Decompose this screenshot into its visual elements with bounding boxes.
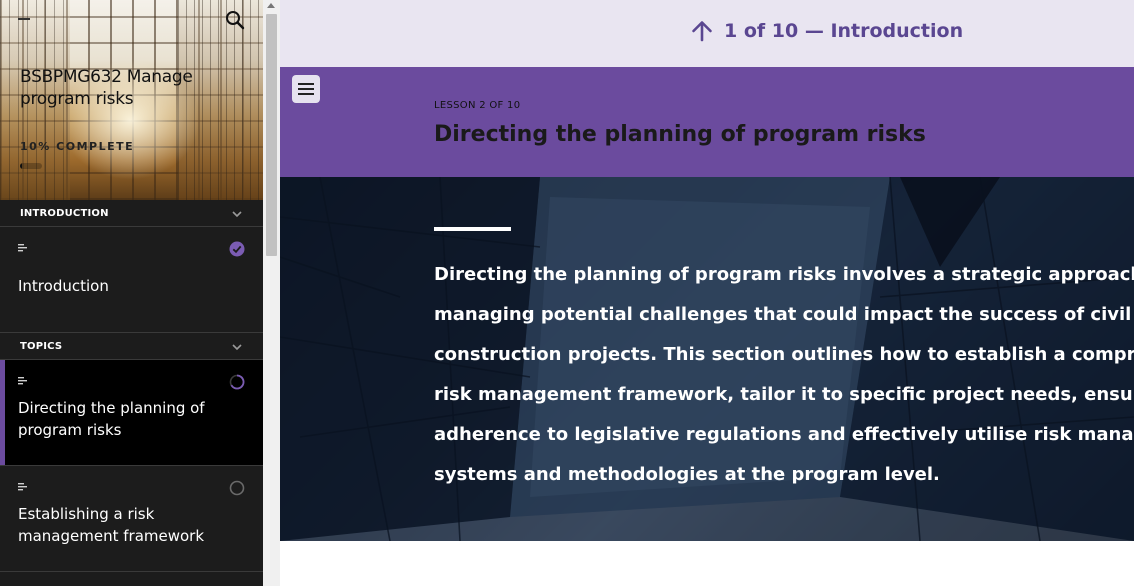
course-sidebar: BSBPMG632 Manage program risks 10% COMPL… xyxy=(0,0,263,586)
progress-bar-fill xyxy=(20,163,23,169)
arrow-up-icon xyxy=(692,21,712,42)
sidebar-lesson-risk-framework[interactable]: Establishing a risk management framework xyxy=(0,466,263,572)
accent-divider xyxy=(434,227,511,231)
progress-ring-icon xyxy=(229,374,245,390)
sidebar-lesson-introduction[interactable]: Introduction xyxy=(0,227,263,333)
intro-line: risk management framework, tailor it to … xyxy=(434,384,1134,405)
hamburger-icon xyxy=(298,83,314,85)
hamburger-icon xyxy=(298,88,314,90)
lesson-top-nav: 1 of 10 — Introduction xyxy=(280,0,1134,67)
section-header-introduction[interactable]: INTRODUCTION xyxy=(0,200,263,227)
sidebar-lesson-directing-planning[interactable]: Directing the planning of program risks xyxy=(0,360,263,466)
course-cover: BSBPMG632 Manage program risks 10% COMPL… xyxy=(0,0,263,200)
section-label: INTRODUCTION xyxy=(20,208,109,219)
menu-dash-icon xyxy=(18,18,30,20)
text-lines-icon xyxy=(18,483,27,491)
section-label: TOPICS xyxy=(20,341,63,352)
lesson-title: Directing the planning of program risks xyxy=(434,122,926,147)
text-lines-icon xyxy=(18,244,27,252)
lesson-header: LESSON 2 OF 10 Directing the planning of… xyxy=(280,67,1134,177)
menu-toggle-button[interactable] xyxy=(292,75,320,103)
course-title[interactable]: BSBPMG632 Manage program risks xyxy=(20,66,250,110)
text-lines-icon xyxy=(18,377,27,385)
sidebar-lesson-title: Establishing a risk management framework xyxy=(18,505,205,545)
lesson-content: 1 of 10 — Introduction LESSON 2 OF 10 Di… xyxy=(280,0,1134,586)
lesson-intro-banner: Directing the planning of program risks … xyxy=(280,177,1134,541)
previous-lesson-link[interactable]: 1 of 10 — Introduction xyxy=(690,17,963,45)
intro-line: Directing the planning of program risks … xyxy=(434,264,1134,285)
progress-bar xyxy=(20,163,42,169)
chevron-down-icon xyxy=(232,344,242,351)
scrollbar-thumb[interactable] xyxy=(266,14,277,256)
sidebar-lesson-title: Directing the planning of program risks xyxy=(18,399,205,439)
section-header-topics[interactable]: TOPICS xyxy=(0,333,263,360)
sidebar-lesson-title: Introduction xyxy=(18,277,109,295)
search-icon xyxy=(226,11,245,30)
empty-circle-icon xyxy=(229,480,245,496)
sidebar-scrollbar[interactable] xyxy=(263,0,280,586)
active-indicator xyxy=(0,360,5,465)
check-circle-icon xyxy=(229,241,245,257)
intro-line: systems and methodologies at the program… xyxy=(434,464,940,485)
nav-label: 1 of 10 — Introduction xyxy=(724,20,964,42)
search-button[interactable] xyxy=(224,9,246,31)
intro-line: adherence to legislative regulations and… xyxy=(434,424,1134,445)
intro-line: managing potential challenges that could… xyxy=(434,304,1132,325)
lesson-intro-text: Directing the planning of program risks … xyxy=(434,255,1134,495)
chevron-down-icon xyxy=(232,211,242,218)
hamburger-icon xyxy=(298,93,314,95)
progress-label: 10% COMPLETE xyxy=(20,140,135,153)
lesson-count: LESSON 2 OF 10 xyxy=(434,100,521,111)
intro-line: construction projects. This section outl… xyxy=(434,344,1134,365)
scroll-up-arrow-icon[interactable] xyxy=(267,3,275,8)
